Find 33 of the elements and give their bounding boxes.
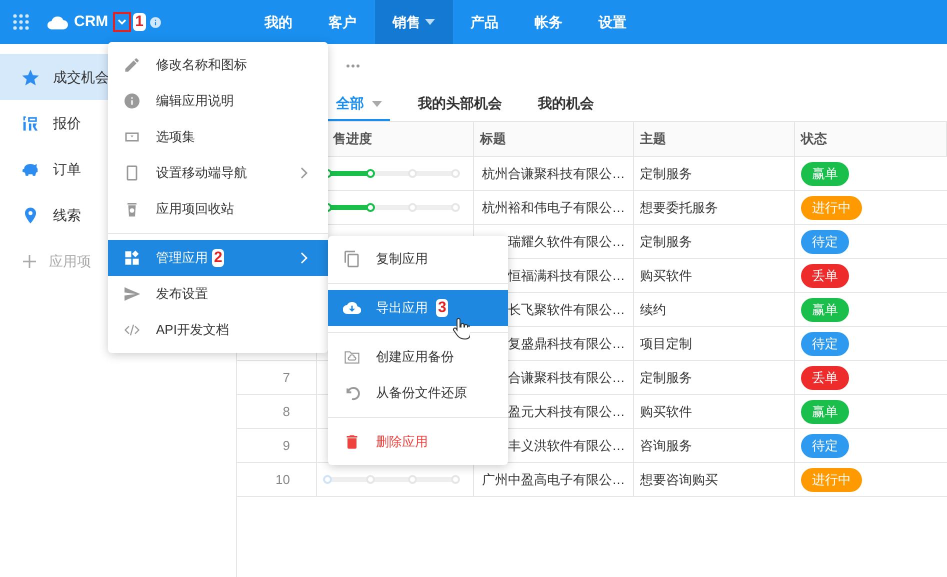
row-number: 9 — [237, 429, 317, 463]
status-tag: 待定 — [801, 332, 849, 356]
column-header: 标题 — [474, 122, 634, 157]
table-cell: 定制服务 — [634, 361, 795, 395]
status-tag: 进行中 — [801, 196, 862, 220]
table-cell: 想要委托服务 — [634, 191, 795, 225]
column-header: 状态 — [795, 122, 947, 157]
status-tag: 赢单 — [801, 298, 849, 322]
table-cell: 定制服务 — [634, 225, 795, 259]
step-number: 3 — [436, 299, 448, 317]
step-number: 2 — [212, 249, 224, 267]
status-tag: 丢单 — [801, 264, 849, 288]
status-tag: 待定 — [801, 230, 849, 254]
column-header: 主题 — [634, 122, 795, 157]
table-cell: 咨询服务 — [634, 429, 795, 463]
table-cell: 想要咨询购买 — [634, 463, 795, 497]
table-cell: 购买软件 — [634, 259, 795, 293]
status-tag: 待定 — [801, 434, 849, 458]
table-cell: 杭州合谦聚科技有限公… — [474, 157, 634, 191]
row-number: 8 — [237, 395, 317, 429]
status-tag: 丢单 — [801, 366, 849, 390]
status-tag: 赢单 — [801, 162, 849, 186]
app-name: CRM — [74, 12, 108, 32]
table-cell: 定制服务 — [634, 157, 795, 191]
row-number: 7 — [237, 361, 317, 395]
table-cell: 续约 — [634, 293, 795, 327]
table-cell: 购买软件 — [634, 395, 795, 429]
status-tag: 进行中 — [801, 468, 862, 492]
table-cell: 项目定制 — [634, 327, 795, 361]
table-cell: 杭州裕和伟电子有限公… — [474, 191, 634, 225]
step-number: 1 — [133, 13, 146, 31]
row-number: 10 — [237, 463, 317, 497]
status-tag: 赢单 — [801, 400, 849, 424]
